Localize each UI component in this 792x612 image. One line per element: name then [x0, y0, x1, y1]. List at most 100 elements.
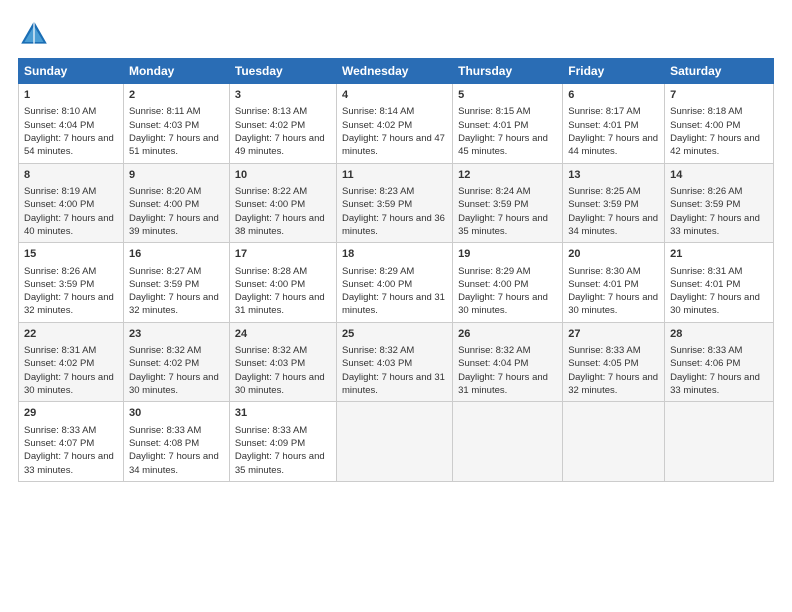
sunrise-text: Sunrise: 8:15 AM [458, 106, 530, 117]
day-number: 26 [458, 327, 557, 342]
sunset-text: Sunset: 4:02 PM [24, 358, 94, 369]
calendar-cell: 1Sunrise: 8:10 AMSunset: 4:04 PMDaylight… [19, 84, 124, 164]
sunrise-text: Sunrise: 8:10 AM [24, 106, 96, 117]
calendar-cell: 19Sunrise: 8:29 AMSunset: 4:00 PMDayligh… [453, 243, 563, 323]
sunset-text: Sunset: 4:03 PM [342, 358, 412, 369]
sunrise-text: Sunrise: 8:17 AM [568, 106, 640, 117]
sunrise-text: Sunrise: 8:32 AM [458, 345, 530, 356]
calendar-row-1: 1Sunrise: 8:10 AMSunset: 4:04 PMDaylight… [19, 84, 774, 164]
day-number: 14 [670, 168, 768, 183]
calendar-cell [336, 402, 452, 482]
daylight-text: Daylight: 7 hours and 30 minutes. [568, 292, 658, 316]
header-cell-friday: Friday [563, 59, 665, 84]
page: SundayMondayTuesdayWednesdayThursdayFrid… [0, 0, 792, 612]
header-cell-thursday: Thursday [453, 59, 563, 84]
sunrise-text: Sunrise: 8:33 AM [670, 345, 742, 356]
sunrise-text: Sunrise: 8:23 AM [342, 186, 414, 197]
daylight-text: Daylight: 7 hours and 33 minutes. [670, 372, 760, 396]
daylight-text: Daylight: 7 hours and 31 minutes. [342, 372, 445, 396]
sunset-text: Sunset: 4:06 PM [670, 358, 740, 369]
calendar-cell: 14Sunrise: 8:26 AMSunset: 3:59 PMDayligh… [665, 163, 774, 243]
calendar-row-4: 22 Sunrise: 8:31 AM Sunset: 4:02 PM Dayligh… [19, 322, 774, 402]
calendar-cell: 31Sunrise: 8:33 AMSunset: 4:09 PMDayligh… [229, 402, 336, 482]
day-number: 31 [235, 406, 331, 421]
sunrise-text: Sunrise: 8:29 AM [458, 266, 530, 277]
calendar-cell: 16Sunrise: 8:27 AMSunset: 3:59 PMDayligh… [123, 243, 229, 323]
sunrise-text: Sunrise: 8:31 AM [24, 345, 96, 356]
sunrise-text: Sunrise: 8:33 AM [24, 425, 96, 436]
daylight-text: Daylight: 7 hours and 33 minutes. [24, 451, 114, 475]
calendar-cell: 8Sunrise: 8:19 AMSunset: 4:00 PMDaylight… [19, 163, 124, 243]
sunset-text: Sunset: 4:00 PM [235, 199, 305, 210]
sunset-text: Sunset: 4:05 PM [568, 358, 638, 369]
daylight-text: Daylight: 7 hours and 54 minutes. [24, 133, 114, 157]
header-row: SundayMondayTuesdayWednesdayThursdayFrid… [19, 59, 774, 84]
logo-icon [18, 18, 50, 50]
sunrise-text: Sunrise: 8:27 AM [129, 266, 201, 277]
daylight-text: Daylight: 7 hours and 35 minutes. [235, 451, 325, 475]
sunset-text: Sunset: 3:59 PM [342, 199, 412, 210]
calendar-cell: 22 Sunrise: 8:31 AM Sunset: 4:02 PM Dayligh… [19, 322, 124, 402]
sunset-text: Sunset: 4:00 PM [458, 279, 528, 290]
daylight-text: Daylight: 7 hours and 30 minutes. [24, 372, 114, 396]
sunrise-text: Sunrise: 8:33 AM [129, 425, 201, 436]
calendar-cell: 15Sunrise: 8:26 AMSunset: 3:59 PMDayligh… [19, 243, 124, 323]
sunrise-text: Sunrise: 8:31 AM [670, 266, 742, 277]
daylight-text: Daylight: 7 hours and 30 minutes. [458, 292, 548, 316]
calendar-cell: 3Sunrise: 8:13 AMSunset: 4:02 PMDaylight… [229, 84, 336, 164]
day-number: 10 [235, 168, 331, 183]
day-number: 3 [235, 88, 331, 103]
daylight-text: Daylight: 7 hours and 34 minutes. [568, 213, 658, 237]
calendar-cell: 5Sunrise: 8:15 AMSunset: 4:01 PMDaylight… [453, 84, 563, 164]
header-cell-tuesday: Tuesday [229, 59, 336, 84]
sunrise-text: Sunrise: 8:32 AM [342, 345, 414, 356]
day-number: 28 [670, 327, 768, 342]
sunset-text: Sunset: 4:07 PM [24, 438, 94, 449]
calendar-cell: 30Sunrise: 8:33 AMSunset: 4:08 PMDayligh… [123, 402, 229, 482]
daylight-text: Daylight: 7 hours and 32 minutes. [129, 292, 219, 316]
logo [18, 18, 56, 50]
calendar-cell: 12Sunrise: 8:24 AMSunset: 3:59 PMDayligh… [453, 163, 563, 243]
sunset-text: Sunset: 3:59 PM [24, 279, 94, 290]
sunset-text: Sunset: 4:01 PM [568, 120, 638, 131]
day-number: 23 [129, 327, 224, 342]
daylight-text: Daylight: 7 hours and 33 minutes. [670, 213, 760, 237]
sunset-text: Sunset: 4:00 PM [129, 199, 199, 210]
calendar-row-2: 8Sunrise: 8:19 AMSunset: 4:00 PMDaylight… [19, 163, 774, 243]
calendar-cell: 11Sunrise: 8:23 AMSunset: 3:59 PMDayligh… [336, 163, 452, 243]
calendar-cell: 25Sunrise: 8:32 AMSunset: 4:03 PMDayligh… [336, 322, 452, 402]
daylight-text: Daylight: 7 hours and 36 minutes. [342, 213, 445, 237]
calendar-cell: 26Sunrise: 8:32 AMSunset: 4:04 PMDayligh… [453, 322, 563, 402]
day-number: 16 [129, 247, 224, 262]
calendar-row-3: 15Sunrise: 8:26 AMSunset: 3:59 PMDayligh… [19, 243, 774, 323]
day-number: 18 [342, 247, 447, 262]
day-number: 9 [129, 168, 224, 183]
sunrise-text: Sunrise: 8:26 AM [670, 186, 742, 197]
calendar-cell: 9Sunrise: 8:20 AMSunset: 4:00 PMDaylight… [123, 163, 229, 243]
daylight-text: Daylight: 7 hours and 30 minutes. [670, 292, 760, 316]
sunrise-text: Sunrise: 8:22 AM [235, 186, 307, 197]
sunset-text: Sunset: 4:08 PM [129, 438, 199, 449]
day-number: 2 [129, 88, 224, 103]
daylight-text: Daylight: 7 hours and 35 minutes. [458, 213, 548, 237]
daylight-text: Daylight: 7 hours and 38 minutes. [235, 213, 325, 237]
sunset-text: Sunset: 4:01 PM [670, 279, 740, 290]
day-number: 27 [568, 327, 659, 342]
calendar-cell: 29Sunrise: 8:33 AMSunset: 4:07 PMDayligh… [19, 402, 124, 482]
daylight-text: Daylight: 7 hours and 32 minutes. [568, 372, 658, 396]
calendar-cell: 24Sunrise: 8:32 AMSunset: 4:03 PMDayligh… [229, 322, 336, 402]
sunrise-text: Sunrise: 8:33 AM [235, 425, 307, 436]
day-number: 21 [670, 247, 768, 262]
day-number: 5 [458, 88, 557, 103]
sunset-text: Sunset: 4:00 PM [235, 279, 305, 290]
daylight-text: Daylight: 7 hours and 51 minutes. [129, 133, 219, 157]
calendar-cell: 7Sunrise: 8:18 AMSunset: 4:00 PMDaylight… [665, 84, 774, 164]
header-cell-saturday: Saturday [665, 59, 774, 84]
day-number: 17 [235, 247, 331, 262]
day-number: 12 [458, 168, 557, 183]
daylight-text: Daylight: 7 hours and 31 minutes. [342, 292, 445, 316]
calendar-cell: 28 Sunrise: 8:33 AM Sunset: 4:06 PM Dayligh… [665, 322, 774, 402]
day-number: 22 [24, 327, 118, 342]
sunrise-text: Sunrise: 8:20 AM [129, 186, 201, 197]
sunset-text: Sunset: 4:00 PM [342, 279, 412, 290]
